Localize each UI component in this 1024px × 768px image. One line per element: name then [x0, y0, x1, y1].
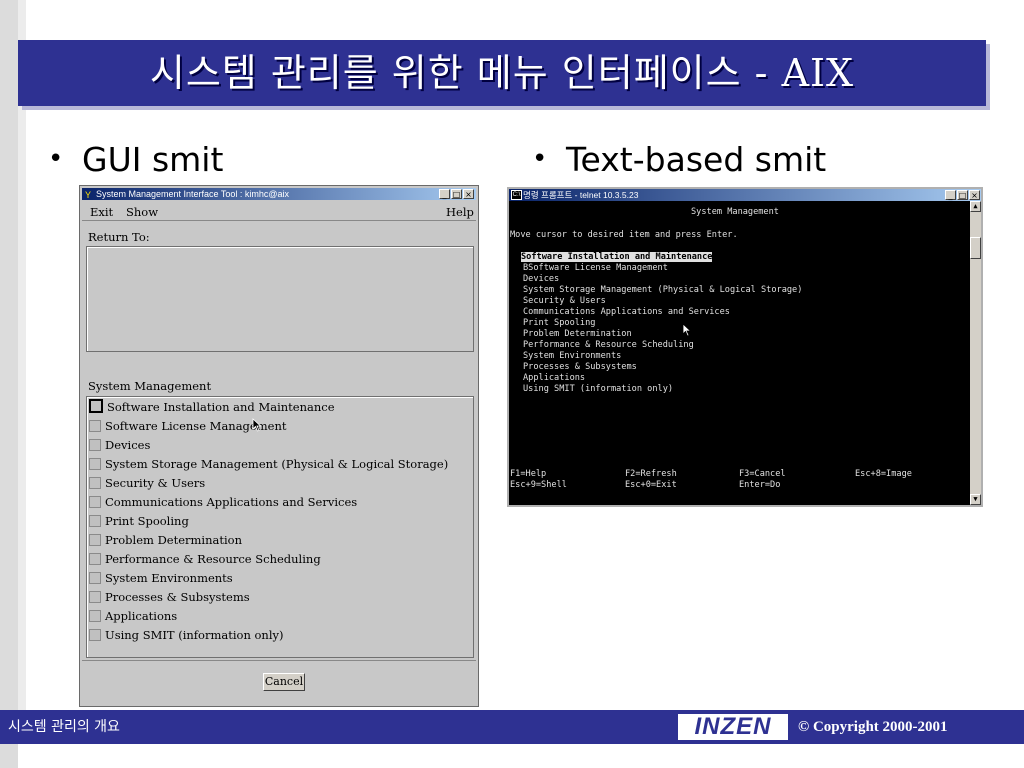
footer-section-title: 시스템 관리의 개요: [8, 719, 120, 735]
list-item[interactable]: Processes & Subsystems: [89, 588, 250, 606]
bullet-gui-smit: • GUI smit: [48, 140, 223, 179]
gui-smit-window: Y System Management Interface Tool : kim…: [79, 185, 479, 707]
checkbox-icon[interactable]: [89, 458, 101, 470]
terminal-menu-item[interactable]: Security & Users: [523, 296, 606, 306]
list-item[interactable]: Security & Users: [89, 474, 205, 492]
list-item[interactable]: Applications: [89, 607, 177, 625]
menu-help[interactable]: Help: [446, 205, 474, 219]
minimize-icon[interactable]: _: [439, 189, 450, 199]
bullet-dot-icon: •: [48, 144, 64, 174]
terminal-menu-item[interactable]: Communications Applications and Services: [523, 307, 730, 317]
checkbox-icon[interactable]: [89, 496, 101, 508]
telnet-window-titlebar[interactable]: C:\ 명령 프롬프트 - telnet 10.3.5.23 _ □ ×: [509, 189, 981, 201]
checkbox-icon[interactable]: [89, 515, 101, 527]
return-to-list[interactable]: [86, 246, 474, 352]
checkbox-icon[interactable]: [89, 399, 103, 413]
checkbox-icon[interactable]: [89, 420, 101, 432]
telnet-smit-window: C:\ 명령 프롬프트 - telnet 10.3.5.23 _ □ × ▲ ▼…: [507, 187, 983, 507]
list-item[interactable]: System Environments: [89, 569, 233, 587]
terminal-header: System Management: [691, 207, 779, 217]
inzen-logo: INZEN: [678, 714, 788, 740]
scroll-down-icon[interactable]: ▼: [970, 494, 981, 505]
list-item[interactable]: Performance & Resource Scheduling: [89, 550, 321, 568]
checkbox-icon[interactable]: [89, 439, 101, 451]
key-enter-do: Enter=Do: [739, 480, 781, 490]
bullet-text-label: Text-based smit: [566, 140, 827, 179]
checkbox-icon[interactable]: [89, 477, 101, 489]
smit-app-icon: Y: [85, 190, 92, 200]
checkbox-icon[interactable]: [89, 572, 101, 584]
return-to-label: Return To:: [88, 230, 150, 244]
maximize-icon[interactable]: □: [451, 189, 462, 199]
slide-footer: 시스템 관리의 개요 INZEN © Copyright 2000-2001: [0, 710, 1024, 744]
slide-title-bar: 시스템 관리를 위한 메뉴 인터페이스 - AIX: [18, 40, 986, 106]
close-icon[interactable]: ×: [463, 189, 474, 199]
mouse-cursor-icon: [252, 418, 262, 432]
list-item[interactable]: Using SMIT (information only): [89, 626, 284, 644]
key-f1-help: F1=Help: [510, 469, 547, 479]
slide-left-bar-inner: [18, 0, 26, 710]
cancel-button[interactable]: Cancel: [263, 673, 305, 691]
list-item[interactable]: Communications Applications and Services: [89, 493, 357, 511]
terminal-menu-item[interactable]: System Storage Management (Physical & Lo…: [523, 285, 802, 295]
minimize-icon[interactable]: _: [945, 190, 956, 200]
bullet-text-smit: • Text-based smit: [532, 140, 826, 179]
menu-exit[interactable]: Exit: [90, 205, 113, 219]
key-esc0-exit: Esc+0=Exit: [625, 480, 677, 490]
list-item[interactable]: Devices: [89, 436, 150, 454]
section-label: System Management: [88, 379, 212, 393]
bullet-dot-icon: •: [532, 144, 548, 174]
telnet-window-title: 명령 프롬프트 - telnet 10.3.5.23: [523, 190, 639, 200]
menu-show[interactable]: Show: [126, 205, 158, 219]
maximize-icon[interactable]: □: [957, 190, 968, 200]
list-item[interactable]: Problem Determination: [89, 531, 242, 549]
terminal-menu-item[interactable]: Problem Determination: [523, 329, 632, 339]
slide-left-bar: [0, 0, 18, 768]
terminal-instruction: Move cursor to desired item and press En…: [510, 230, 738, 240]
terminal-menu-item[interactable]: BSoftware License Management: [523, 263, 668, 273]
terminal-menu-item-selected[interactable]: Software Installation and Maintenance: [521, 252, 713, 262]
key-esc8-image: Esc+8=Image: [855, 469, 912, 479]
gui-window-controls: _ □ ×: [439, 189, 474, 199]
gui-footer-divider: [82, 660, 476, 661]
key-f3-cancel: F3=Cancel: [739, 469, 786, 479]
checkbox-icon[interactable]: [89, 553, 101, 565]
terminal-menu-item[interactable]: Processes & Subsystems: [523, 362, 637, 372]
key-esc9-shell: Esc+9=Shell: [510, 480, 567, 490]
checkbox-icon[interactable]: [89, 629, 101, 641]
close-icon[interactable]: ×: [969, 190, 980, 200]
system-management-list: Software Installation and Maintenance So…: [86, 396, 474, 658]
checkbox-icon[interactable]: [89, 591, 101, 603]
terminal-menu-item[interactable]: Using SMIT (information only): [523, 384, 673, 394]
telnet-window-controls: _ □ ×: [945, 190, 980, 200]
key-f2-refresh: F2=Refresh: [625, 469, 677, 479]
gui-menubar: Exit Show Help: [82, 202, 476, 221]
list-item[interactable]: Print Spooling: [89, 512, 189, 530]
gui-window-titlebar[interactable]: Y System Management Interface Tool : kim…: [82, 188, 476, 200]
terminal-menu-item[interactable]: Print Spooling: [523, 318, 595, 328]
mouse-cursor-icon: [682, 323, 692, 337]
terminal-menu-item[interactable]: Performance & Resource Scheduling: [523, 340, 694, 350]
list-item[interactable]: Software Installation and Maintenance: [89, 398, 335, 416]
checkbox-icon[interactable]: [89, 534, 101, 546]
scroll-thumb[interactable]: [970, 237, 981, 259]
checkbox-icon[interactable]: [89, 610, 101, 622]
terminal-menu-item[interactable]: Devices: [523, 274, 559, 284]
footer-copyright: © Copyright 2000-2001: [798, 719, 948, 735]
list-item[interactable]: System Storage Management (Physical & Lo…: [89, 455, 448, 473]
gui-window-title: System Management Interface Tool : kimhc…: [96, 189, 290, 199]
bullet-gui-label: GUI smit: [82, 140, 224, 179]
terminal-menu-item[interactable]: System Environments: [523, 351, 621, 361]
telnet-scrollbar[interactable]: ▲ ▼: [970, 201, 981, 505]
slide-title: 시스템 관리를 위한 메뉴 인터페이스 - AIX: [149, 51, 855, 95]
scroll-up-icon[interactable]: ▲: [970, 201, 981, 212]
terminal-menu-item[interactable]: Applications: [523, 373, 585, 383]
command-prompt-icon: C:\: [511, 190, 522, 200]
